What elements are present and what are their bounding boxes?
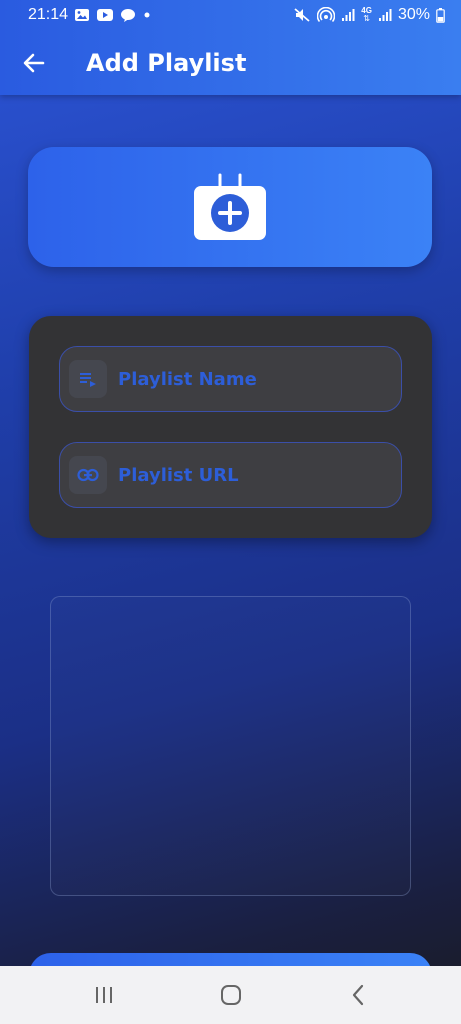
mute-icon <box>293 7 311 23</box>
link-icon <box>77 468 99 482</box>
page-title: Add Playlist <box>86 48 247 77</box>
signal-icon <box>378 8 392 22</box>
arrow-left-icon <box>23 53 45 72</box>
back-button[interactable] <box>12 41 56 85</box>
playlist-icon <box>80 373 96 387</box>
data-arrows-icon: ⇅ <box>363 14 370 23</box>
playlist-form-card <box>29 316 432 538</box>
playlist-icon-box <box>69 360 107 398</box>
preview-area <box>50 596 411 896</box>
app-bar: Add Playlist <box>0 35 461 90</box>
add-playlist-hero-card[interactable] <box>28 147 432 267</box>
playlist-name-input[interactable] <box>118 368 378 390</box>
signal-4g-icon: 4G ⇅ <box>361 7 372 23</box>
nav-back-button[interactable] <box>328 970 388 1020</box>
home-button[interactable] <box>201 970 261 1020</box>
status-right: 4G ⇅ 30% <box>293 6 445 24</box>
app-header: 21:14 4G ⇅ 30% Add Playlist <box>0 0 461 95</box>
home-icon <box>220 985 241 1005</box>
youtube-icon <box>96 8 114 22</box>
back-icon <box>352 984 363 1006</box>
status-time: 21:14 <box>28 6 69 23</box>
status-bar: 21:14 4G ⇅ 30% <box>0 0 461 30</box>
add-tv-icon <box>194 173 266 240</box>
recents-button[interactable] <box>74 970 134 1020</box>
playlist-name-field[interactable] <box>59 346 402 412</box>
playlist-url-input[interactable] <box>118 464 378 486</box>
dot-icon <box>142 10 152 20</box>
hotspot-icon <box>317 7 336 23</box>
battery-icon <box>436 7 445 23</box>
link-icon-box <box>69 456 107 494</box>
status-left: 21:14 <box>28 6 152 24</box>
system-nav-bar <box>0 966 461 1024</box>
gallery-icon <box>74 8 90 22</box>
battery-percent: 30% <box>397 6 430 23</box>
playlist-url-field[interactable] <box>59 442 402 508</box>
recents-icon <box>95 987 112 1003</box>
signal-icon <box>341 8 355 22</box>
chat-icon <box>120 8 136 23</box>
